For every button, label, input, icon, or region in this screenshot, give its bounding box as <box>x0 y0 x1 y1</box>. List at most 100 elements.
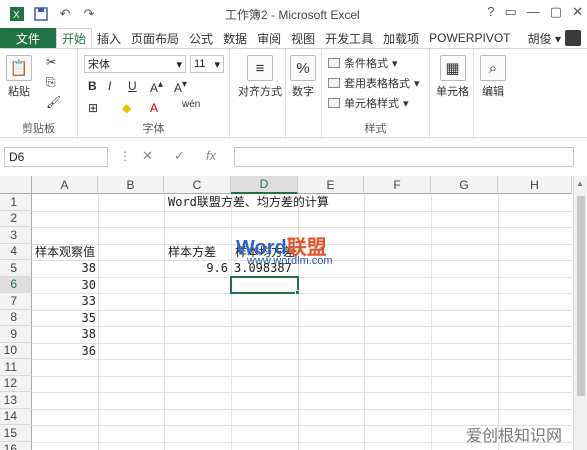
bold-button[interactable]: B <box>88 79 97 93</box>
gridline <box>98 194 99 450</box>
decrease-font-icon[interactable]: A▾ <box>174 79 187 95</box>
row-header[interactable]: 7 <box>0 293 32 310</box>
row-header[interactable]: 11 <box>0 359 32 376</box>
copy-icon[interactable]: ⎘ <box>46 75 56 90</box>
group-label-clipboard: 剪贴板 <box>22 123 55 135</box>
cell-a5[interactable]: 38 <box>32 260 96 276</box>
undo-icon[interactable]: ↶ <box>56 5 74 23</box>
formula-input[interactable] <box>234 147 574 167</box>
scroll-thumb[interactable] <box>577 196 585 396</box>
cell-c4[interactable]: 样本方差 <box>168 244 216 260</box>
cell-d4[interactable]: 样本均方差 <box>235 244 295 260</box>
italic-button[interactable]: I <box>108 79 111 93</box>
row-header[interactable]: 15 <box>0 425 32 442</box>
tab-powerpivot[interactable]: POWERPIVOT <box>424 28 515 48</box>
cell-a7[interactable]: 33 <box>32 293 96 309</box>
row-header[interactable]: 4 <box>0 243 32 260</box>
maximize-icon[interactable]: ▢ <box>550 4 562 20</box>
number-format-button[interactable]: % 数字 <box>290 55 316 99</box>
tab-formulas[interactable]: 公式 <box>184 28 218 48</box>
fill-color-icon[interactable]: ◆ <box>122 101 131 115</box>
border-icon[interactable]: ⊞ <box>88 101 98 115</box>
conditional-format-button[interactable]: 条件格式 ▾ <box>328 55 398 71</box>
gridline <box>32 359 572 360</box>
ribbon-display-icon[interactable]: ▭ <box>505 4 517 20</box>
paste-icon: 📋 <box>6 55 32 81</box>
row-header[interactable]: 5 <box>0 260 32 277</box>
name-box[interactable]: D6 <box>4 147 108 167</box>
gridline <box>32 342 572 344</box>
alignment-button[interactable]: ≡ 对齐方式 <box>238 55 282 99</box>
enter-icon[interactable]: ✓ <box>174 148 185 164</box>
tab-review[interactable]: 审阅 <box>252 28 286 48</box>
column-header-b[interactable]: B <box>98 176 164 194</box>
window-controls: ? ▭ — ▢ ✕ <box>487 4 583 20</box>
paste-button[interactable]: 📋 粘贴 <box>6 55 32 99</box>
font-size-select[interactable]: 11 ▾ <box>190 55 224 73</box>
tab-addins[interactable]: 加载项 <box>378 28 424 48</box>
cell-d5[interactable]: 3.098387 <box>234 260 292 276</box>
chevron-down-icon: ▾ <box>176 58 182 71</box>
tab-data[interactable]: 数据 <box>218 28 252 48</box>
select-all-corner[interactable] <box>0 176 32 194</box>
cancel-icon[interactable]: ✕ <box>142 148 153 164</box>
cells-button[interactable]: ▦ 单元格 <box>436 55 469 99</box>
group-font: 宋体 ▾ 11 ▾ B I U A▴ A▾ ⊞ ◆ A wén 字体 <box>78 49 230 139</box>
tab-file[interactable]: 文件 <box>0 28 56 48</box>
column-header-d[interactable]: D <box>231 176 298 194</box>
help-icon[interactable]: ? <box>487 4 494 20</box>
cell-styles-button[interactable]: 单元格样式 ▾ <box>328 95 409 111</box>
column-header-h[interactable]: H <box>498 176 572 194</box>
font-name-select[interactable]: 宋体 ▾ <box>84 55 186 73</box>
cell-c1[interactable]: Word联盟方差、均方差的计算 <box>168 194 329 210</box>
tab-view[interactable]: 视图 <box>286 28 320 48</box>
row-header[interactable]: 12 <box>0 375 32 392</box>
save-icon[interactable] <box>32 5 50 23</box>
row-header[interactable]: 9 <box>0 326 32 343</box>
active-cell-selection[interactable] <box>230 275 299 294</box>
format-as-table-button[interactable]: 套用表格格式 ▾ <box>328 75 420 91</box>
cell-a8[interactable]: 35 <box>32 310 96 326</box>
avatar[interactable] <box>565 30 581 46</box>
tab-page-layout[interactable]: 页面布局 <box>126 28 184 48</box>
fill-handle[interactable] <box>295 290 300 295</box>
column-header-e[interactable]: E <box>298 176 364 194</box>
close-icon[interactable]: ✕ <box>572 4 583 20</box>
quick-access-toolbar: X ↶ ↷ <box>8 5 98 23</box>
column-header-a[interactable]: A <box>32 176 98 194</box>
tab-developer[interactable]: 开发工具 <box>320 28 378 48</box>
row-header[interactable]: 16 <box>0 441 32 450</box>
column-header-g[interactable]: G <box>431 176 498 194</box>
redo-icon[interactable]: ↷ <box>80 5 98 23</box>
row-header[interactable]: 1 <box>0 194 32 211</box>
tab-home[interactable]: 开始 <box>56 28 93 48</box>
gridline <box>364 194 365 450</box>
editing-button[interactable]: ⌕ 编辑 <box>480 55 506 99</box>
cell-a10[interactable]: 36 <box>32 343 96 359</box>
underline-button[interactable]: U <box>128 79 137 93</box>
tab-insert[interactable]: 插入 <box>92 28 126 48</box>
scroll-up-icon[interactable]: ▲ <box>576 179 584 188</box>
row-header[interactable]: 14 <box>0 408 32 425</box>
row-header[interactable]: 3 <box>0 227 32 244</box>
minimize-icon[interactable]: — <box>527 4 540 20</box>
cell-c5[interactable]: 9.6 <box>164 260 228 276</box>
row-header-selected[interactable]: 6 <box>0 276 32 293</box>
row-header[interactable]: 13 <box>0 392 32 409</box>
row-header[interactable]: 8 <box>0 309 32 326</box>
excel-icon[interactable]: X <box>8 5 26 23</box>
cell-a6[interactable]: 30 <box>32 277 96 293</box>
phonetic-button[interactable]: wén <box>182 99 200 110</box>
cell-a9[interactable]: 38 <box>32 326 96 342</box>
cell-a4[interactable]: 样本观察值 <box>35 244 95 260</box>
format-painter-icon[interactable]: 🖌 <box>46 95 61 109</box>
cut-icon[interactable]: ✂ <box>46 55 56 69</box>
row-header[interactable]: 2 <box>0 210 32 227</box>
insert-function-button[interactable]: fx <box>206 148 216 163</box>
row-header[interactable]: 10 <box>0 342 32 359</box>
vertical-scrollbar[interactable]: ▲ <box>573 176 587 450</box>
column-header-f[interactable]: F <box>364 176 431 194</box>
increase-font-icon[interactable]: A▴ <box>150 79 163 95</box>
column-header-c[interactable]: C <box>164 176 231 194</box>
font-color-icon[interactable]: A <box>150 101 158 115</box>
